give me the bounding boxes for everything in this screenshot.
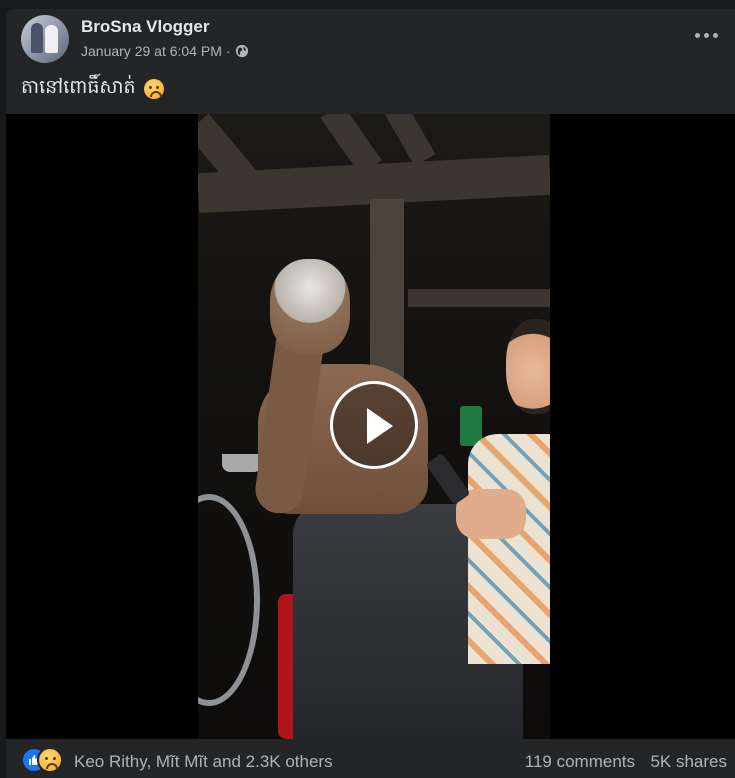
- more-options-icon[interactable]: [693, 25, 721, 45]
- post-timestamp[interactable]: January 29 at 6:04 PM: [81, 43, 222, 59]
- sad-reaction-icon: [37, 747, 63, 773]
- young-man-head: [506, 319, 550, 414]
- cooking-pot: [222, 454, 262, 472]
- caption-text: តានៅពោធិ៍សាត់: [21, 77, 136, 98]
- phone: [425, 452, 471, 506]
- author-name[interactable]: BroSna Vlogger: [81, 17, 209, 37]
- sad-face-emoji: [143, 79, 164, 99]
- play-icon[interactable]: [330, 381, 418, 469]
- meta-separator: ·: [225, 43, 231, 59]
- comments-count[interactable]: 119 comments: [525, 752, 635, 772]
- elderly-man-head: [270, 259, 350, 354]
- shares-count[interactable]: 5K shares: [650, 752, 727, 772]
- roof-rafter: [384, 114, 436, 166]
- globe-icon[interactable]: [235, 44, 249, 58]
- wall-beam: [408, 289, 550, 307]
- young-man-shirt: [468, 434, 550, 664]
- reaction-icons[interactable]: [21, 747, 69, 773]
- reactions-summary[interactable]: Keo Rithy, Mĩt Mĩt and 2.3K others: [74, 752, 333, 772]
- video-player[interactable]: [6, 114, 735, 739]
- post-caption: តានៅពោធិ៍សាត់: [21, 75, 164, 103]
- post-meta: January 29 at 6:04 PM ·: [81, 43, 249, 59]
- post-card: BroSna Vlogger January 29 at 6:04 PM · ត…: [6, 9, 735, 778]
- engagement-bar: Keo Rithy, Mĩt Mĩt and 2.3K others 119 c…: [6, 739, 735, 778]
- bicycle-wheel: [198, 494, 260, 706]
- author-avatar[interactable]: [21, 15, 69, 63]
